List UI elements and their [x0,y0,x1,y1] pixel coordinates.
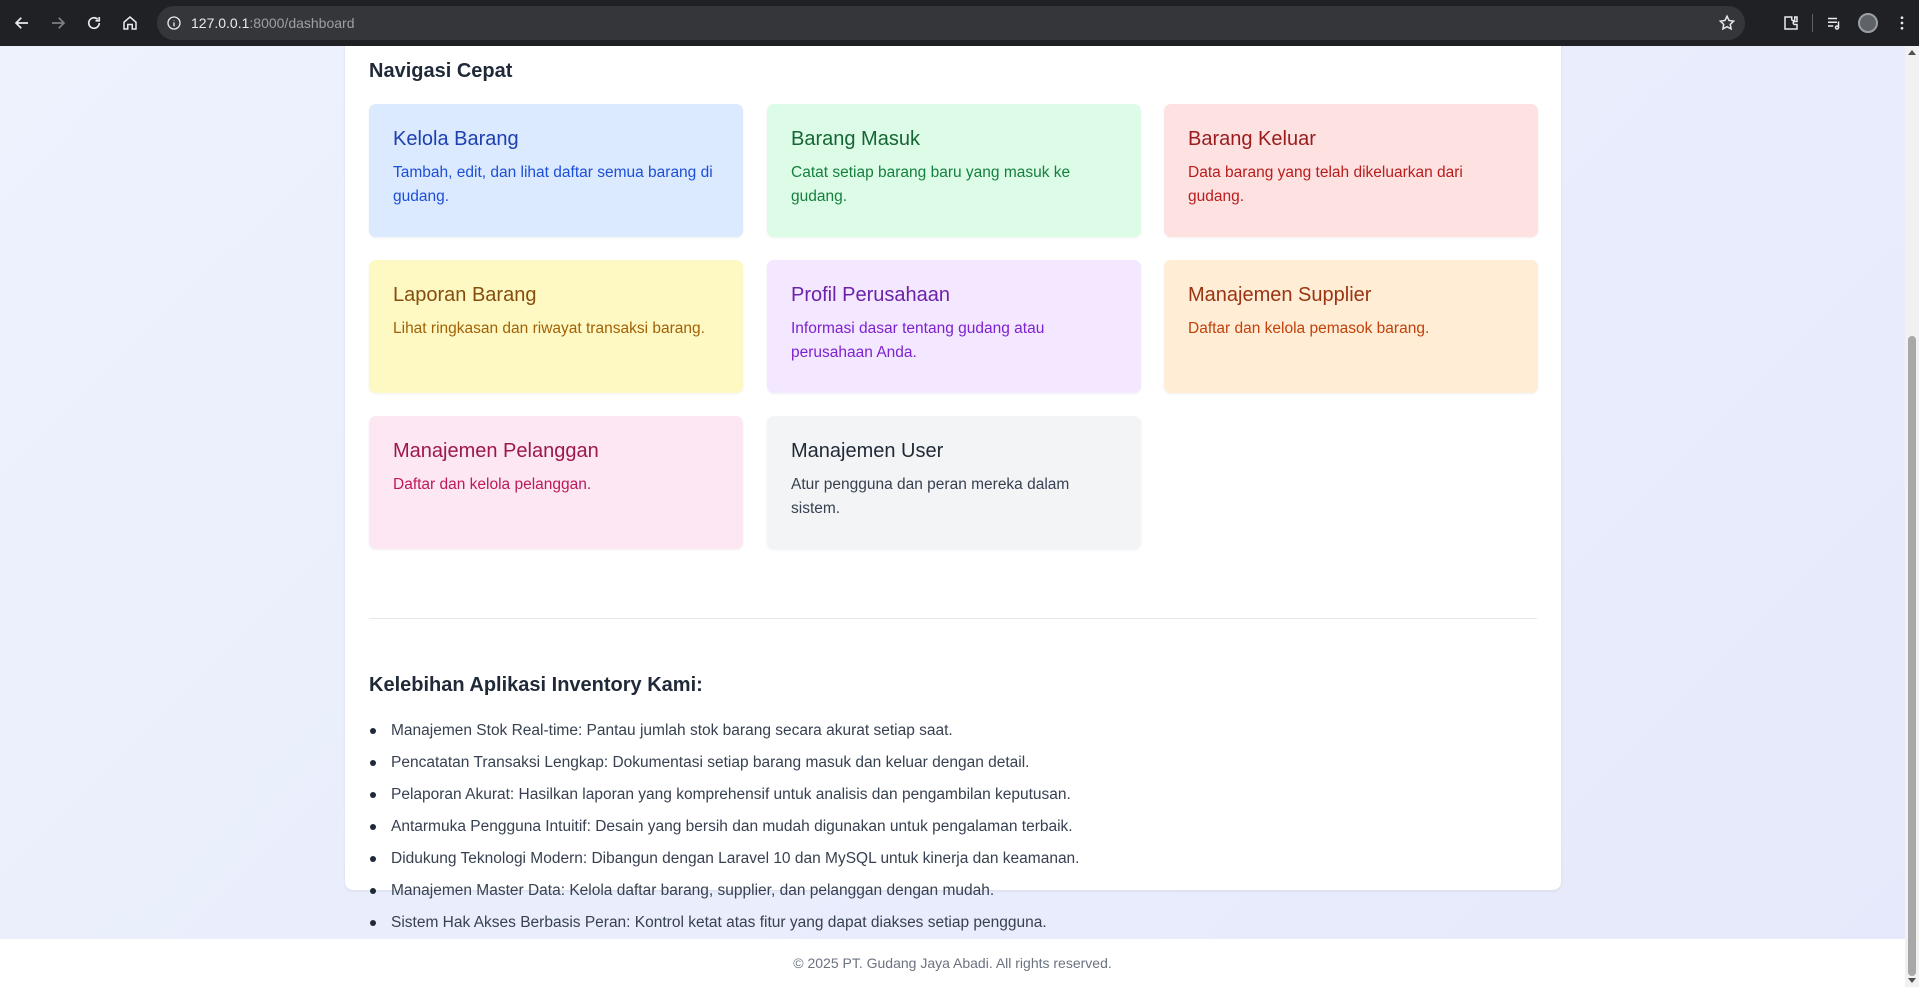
card-title: Barang Masuk [791,128,920,150]
card-barang-keluar[interactable]: Barang Keluar Data barang yang telah dik… [1164,104,1538,237]
section-divider [369,618,1537,619]
card-description: Lihat ringkasan dan riwayat transaksi ba… [393,320,705,337]
forward-arrow-icon[interactable] [44,9,72,37]
scroll-down-arrow-icon[interactable] [1908,978,1916,983]
advantages-heading: Kelebihan Aplikasi Inventory Kami: [369,674,703,696]
browser-actions [1774,6,1919,40]
scroll-up-arrow-icon[interactable] [1908,50,1916,55]
advantages-list: Manajemen Stok Real-time: Pantau jumlah … [369,720,1537,944]
card-manajemen-supplier[interactable]: Manajemen Supplier Daftar dan kelola pem… [1164,260,1538,393]
toolbar-separator [1812,14,1813,32]
list-item: Manajemen Stok Real-time: Pantau jumlah … [369,720,1537,752]
card-title: Manajemen Pelanggan [393,440,599,462]
card-title: Laporan Barang [393,284,537,306]
dashboard-panel: Navigasi Cepat Kelola Barang Tambah, edi… [345,46,1561,931]
back-arrow-icon[interactable] [8,9,36,37]
scrollbar-thumb[interactable] [1908,336,1916,976]
card-manajemen-pelanggan[interactable]: Manajemen Pelanggan Daftar dan kelola pe… [369,416,743,549]
card-description: Daftar dan kelola pemasok barang. [1188,320,1430,337]
list-item: Pelaporan Akurat: Hasilkan laporan yang … [369,784,1537,816]
url-text[interactable]: 127.0.0.1:8000/dashboard [191,15,354,31]
quick-nav-heading: Navigasi Cepat [369,60,513,82]
bookmark-star-icon[interactable] [1717,13,1737,33]
card-description: Informasi dasar tentang gudang atau peru… [791,320,1045,361]
copyright-text: © 2025 PT. Gudang Jaya Abadi. All rights… [793,955,1112,971]
extensions-icon[interactable] [1774,6,1808,40]
card-profil-perusahaan[interactable]: Profil Perusahaan Informasi dasar tentan… [767,260,1141,393]
site-info-icon[interactable] [157,6,191,40]
card-manajemen-user[interactable]: Manajemen User Atur pengguna dan peran m… [767,416,1141,549]
reload-icon[interactable] [80,9,108,37]
page-footer: © 2025 PT. Gudang Jaya Abadi. All rights… [0,939,1905,987]
card-description: Catat setiap barang baru yang masuk ke g… [791,164,1071,205]
card-title: Manajemen Supplier [1188,284,1372,306]
card-kelola-barang[interactable]: Kelola Barang Tambah, edit, dan lihat da… [369,104,743,237]
card-description: Daftar dan kelola pelanggan. [393,476,592,493]
list-item: Pencatatan Transaksi Lengkap: Dokumentas… [369,752,1537,784]
card-title: Kelola Barang [393,128,519,150]
profile-avatar-icon[interactable] [1851,6,1885,40]
card-laporan-barang[interactable]: Laporan Barang Lihat ringkasan dan riway… [369,260,743,393]
card-title: Barang Keluar [1188,128,1316,150]
list-item: Antarmuka Pengguna Intuitif: Desain yang… [369,816,1537,848]
card-title: Profil Perusahaan [791,284,950,306]
card-description: Tambah, edit, dan lihat daftar semua bar… [393,164,713,205]
url-path: :8000/dashboard [249,15,355,31]
page-scrollbar[interactable] [1905,46,1919,987]
list-item: Manajemen Master Data: Kelola daftar bar… [369,880,1537,912]
url-host: 127.0.0.1 [191,15,250,31]
list-item: Didukung Teknologi Modern: Dibangun deng… [369,848,1537,880]
browser-toolbar: 127.0.0.1:8000/dashboard [0,0,1919,46]
page-viewport: Navigasi Cepat Kelola Barang Tambah, edi… [0,46,1905,987]
card-description: Data barang yang telah dikeluarkan dari … [1188,164,1463,205]
card-title: Manajemen User [791,440,944,462]
address-bar[interactable]: 127.0.0.1:8000/dashboard [157,6,1745,40]
card-description: Atur pengguna dan peran mereka dalam sis… [791,476,1070,517]
media-control-icon[interactable] [1817,6,1851,40]
home-icon[interactable] [116,9,144,37]
card-barang-masuk[interactable]: Barang Masuk Catat setiap barang baru ya… [767,104,1141,237]
more-menu-icon[interactable] [1885,6,1919,40]
